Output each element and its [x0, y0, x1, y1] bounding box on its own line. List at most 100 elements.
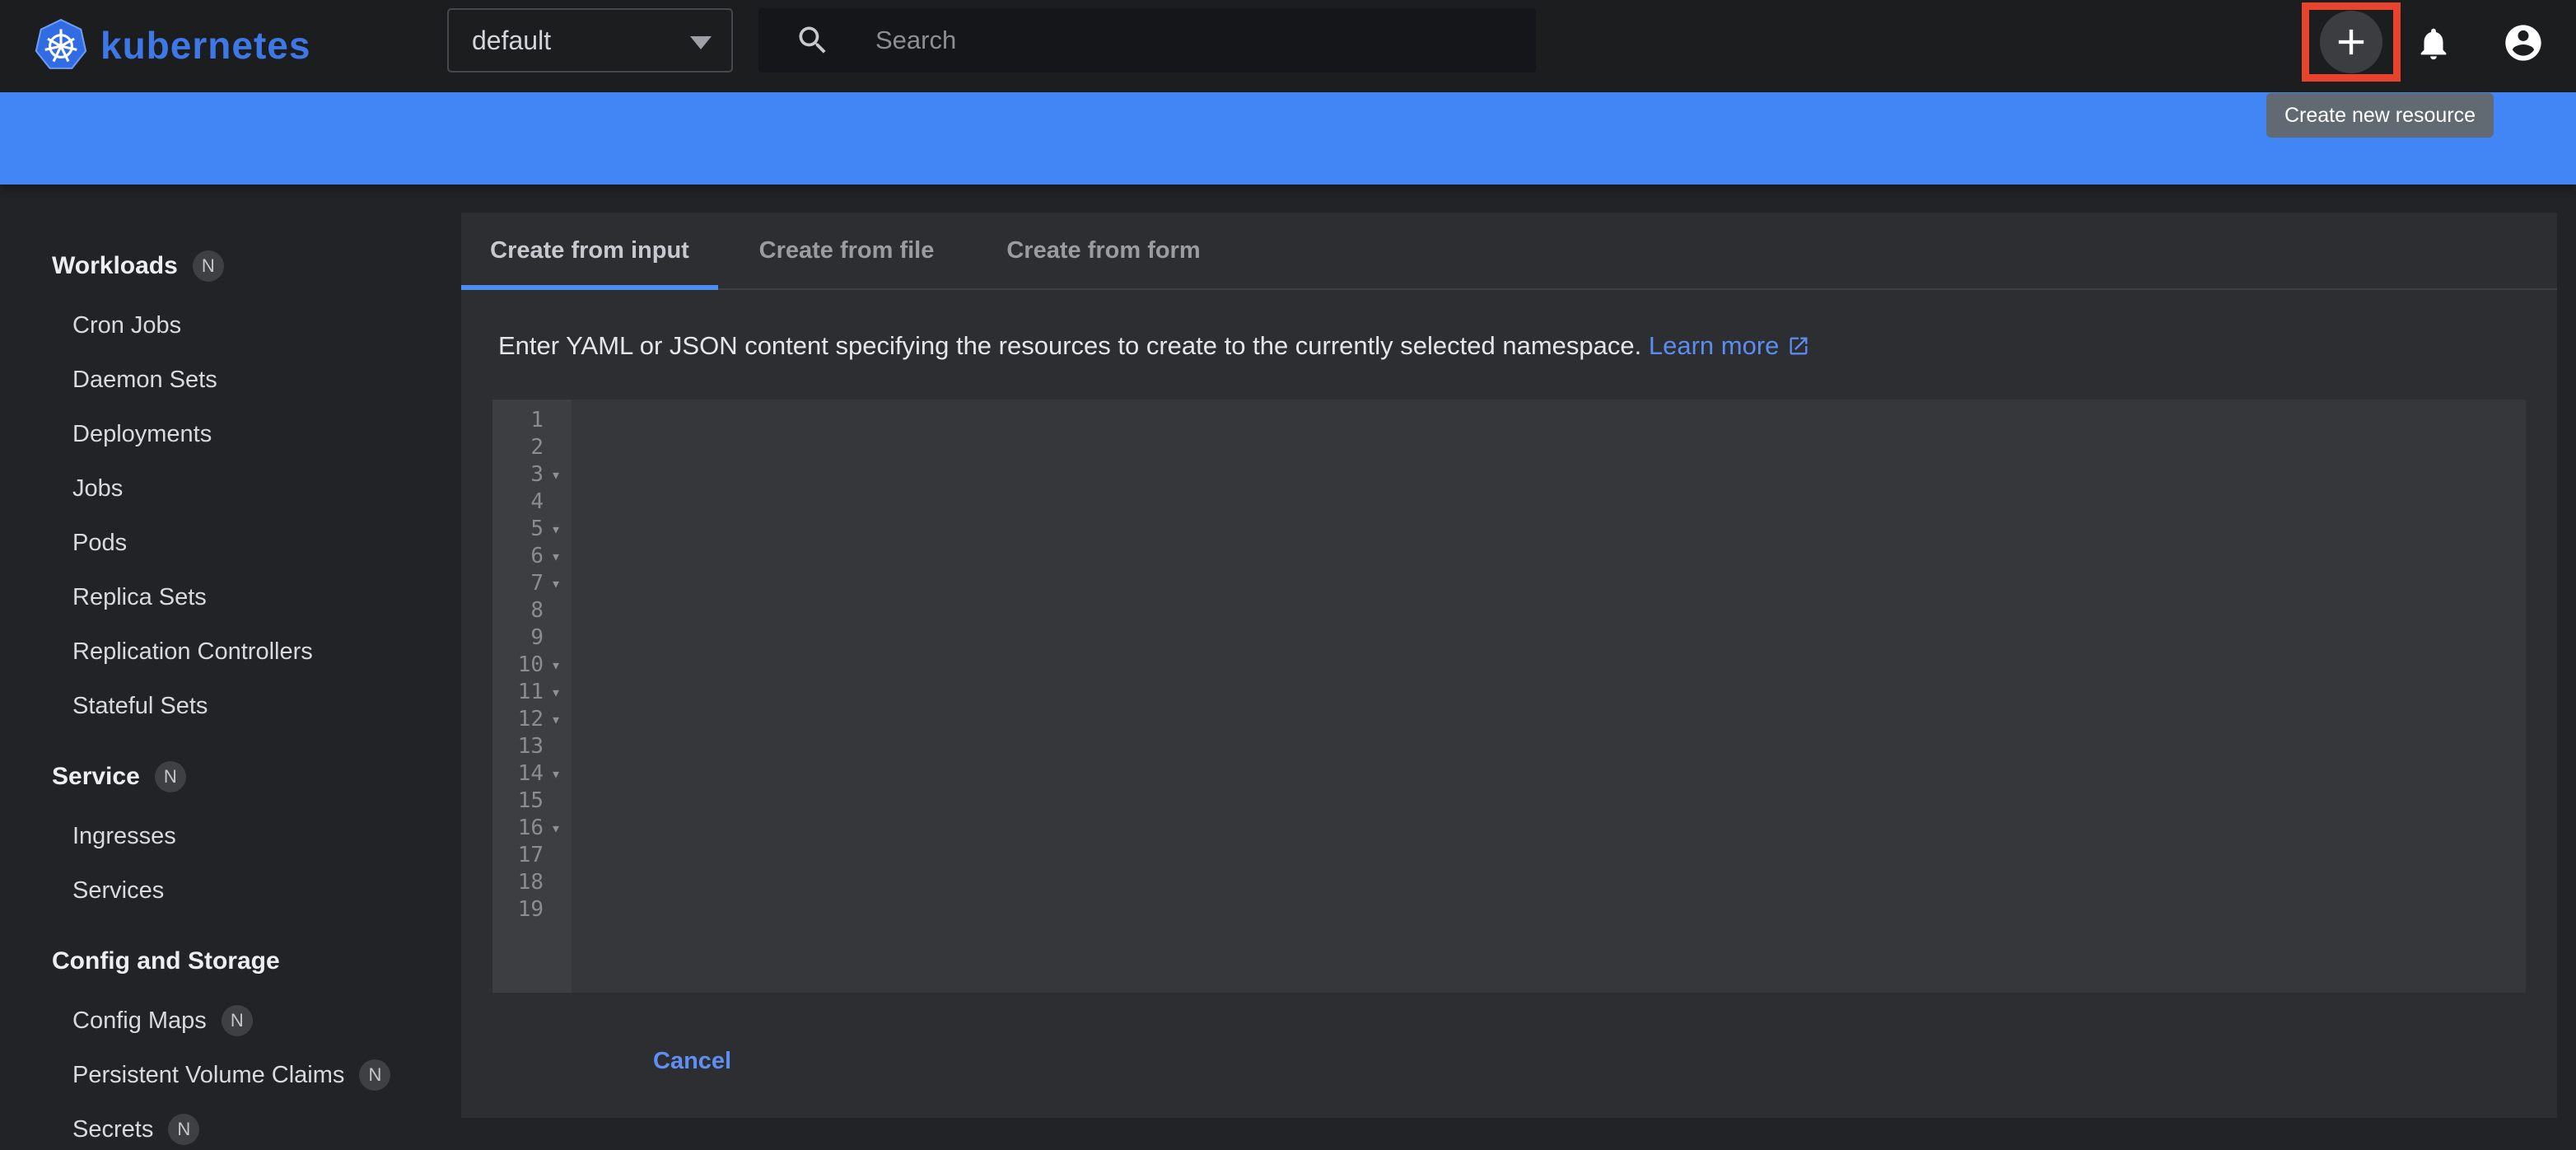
sidebar-item[interactable]: Daemon Sets	[0, 353, 461, 407]
editor-gutter-cell: 16 ▾	[492, 816, 572, 840]
sidebar-item[interactable]: Replica Sets	[0, 570, 461, 624]
tooltip-create-new-resource: Create new resource	[2266, 93, 2494, 138]
tab-create-from-form[interactable]: Create from form	[975, 213, 1232, 288]
kubernetes-logo-icon	[34, 18, 88, 72]
yaml-editor[interactable]: 1 2	[492, 400, 2526, 993]
editor-gutter-cell: 7 ▾	[492, 571, 572, 596]
editor-gutter-cell: 12 ▾	[492, 707, 572, 732]
sidebar-item-label: Deployments	[72, 421, 212, 448]
line-number: 11	[492, 680, 544, 704]
editor-gutter-cell: 4	[492, 489, 572, 514]
editor-gutter-cell: 3 ▾	[492, 462, 572, 487]
create-card: Create from input Create from file Creat…	[461, 213, 2557, 1118]
sidebar-section-title: Config and Storage	[52, 947, 280, 975]
sidebar-section-header: Workloads N	[0, 234, 461, 298]
sidebar-item-label: Daemon Sets	[72, 367, 217, 394]
sidebar-item[interactable]: Ingresses	[0, 809, 461, 863]
editor-line: 11 ▾	[492, 678, 2526, 705]
sidebar-item[interactable]: Secrets N	[0, 1102, 461, 1150]
line-number: 15	[492, 788, 544, 813]
editor-line: 17	[492, 841, 2526, 868]
sidebar-section-title: Service	[52, 763, 140, 791]
line-number: 19	[492, 897, 544, 922]
editor-gutter-cell: 6 ▾	[492, 544, 572, 568]
line-number: 8	[492, 598, 544, 623]
namespace-select[interactable]: default	[447, 8, 733, 72]
editor-gutter-cell: 11 ▾	[492, 680, 572, 704]
sidebar-item[interactable]: Replication Controllers	[0, 624, 461, 679]
fold-arrow-icon[interactable]: ▾	[544, 764, 568, 783]
editor-lines: 1 2	[492, 406, 2526, 923]
brand-title: kubernetes	[100, 23, 310, 68]
sidebar-item-label: Replica Sets	[72, 584, 207, 611]
sidebar-item-label: Replication Controllers	[72, 638, 313, 666]
search-input[interactable]	[875, 26, 1452, 55]
notifications-bell-icon[interactable]	[2415, 25, 2452, 63]
cancel-button[interactable]: Cancel	[653, 1048, 731, 1075]
plus-icon	[2330, 21, 2373, 63]
sidebar-item[interactable]: Config Maps N	[0, 993, 461, 1048]
sidebar-item-label: Pods	[72, 530, 127, 557]
editor-line: 12 ▾	[492, 705, 2526, 732]
sidebar-section-header: Config and Storage	[0, 929, 461, 993]
editor-gutter-cell: 2	[492, 435, 572, 460]
sidebar-item[interactable]: Jobs	[0, 461, 461, 516]
search-box[interactable]	[758, 8, 1536, 72]
code-line	[572, 872, 741, 947]
sidebar-item[interactable]: Persistent Volume Claims N	[0, 1048, 461, 1102]
editor-description: Enter YAML or JSON content specifying th…	[498, 331, 1810, 361]
external-link-icon	[1787, 334, 1810, 358]
account-icon[interactable]	[2502, 21, 2545, 64]
editor-line: 15	[492, 787, 2526, 814]
fold-arrow-icon[interactable]: ▾	[544, 465, 568, 484]
active-tab-underline	[461, 285, 718, 290]
editor-gutter-cell: 19	[492, 897, 572, 922]
namespaced-badge: N	[155, 761, 186, 792]
editor-gutter-cell: 8	[492, 598, 572, 623]
fold-arrow-icon[interactable]: ▾	[544, 682, 568, 702]
fold-arrow-icon[interactable]: ▾	[544, 546, 568, 566]
sidebar-item[interactable]: Stateful Sets	[0, 679, 461, 733]
tab-create-from-input[interactable]: Create from input	[461, 213, 718, 288]
sidebar-item[interactable]: Pods	[0, 516, 461, 570]
editor-gutter-cell: 10 ▾	[492, 652, 572, 677]
line-number: 16	[492, 816, 544, 840]
line-number: 3	[492, 462, 544, 487]
editor-line: 16 ▾	[492, 814, 2526, 841]
chevron-down-icon	[690, 36, 712, 49]
line-number: 7	[492, 571, 544, 596]
editor-gutter-cell: 13	[492, 734, 572, 759]
namespaced-badge: N	[222, 1005, 253, 1036]
editor-line: 13	[492, 732, 2526, 760]
line-number: 17	[492, 843, 544, 867]
editor-line: 7 ▾	[492, 569, 2526, 596]
sidebar-section: Config and Storage Config Maps N Persist…	[0, 929, 461, 1150]
line-number: 14	[492, 761, 544, 786]
sidebar-item-label: Jobs	[72, 475, 123, 503]
fold-arrow-icon[interactable]: ▾	[544, 519, 568, 539]
action-bar	[0, 92, 2576, 185]
line-number: 18	[492, 870, 544, 895]
line-number: 5	[492, 517, 544, 541]
sidebar-section-title: Workloads	[52, 252, 178, 280]
learn-more-link[interactable]: Learn more	[1649, 331, 1811, 360]
fold-arrow-icon[interactable]: ▾	[544, 818, 568, 838]
line-number: 1	[492, 408, 544, 432]
sidebar-item[interactable]: Services	[0, 863, 461, 918]
fold-arrow-icon[interactable]: ▾	[544, 709, 568, 729]
editor-line: 18	[492, 868, 2526, 895]
sidebar-item[interactable]: Deployments	[0, 407, 461, 461]
create-tabs: Create from input Create from file Creat…	[461, 213, 2557, 290]
line-number: 6	[492, 544, 544, 568]
editor-line: 8	[492, 596, 2526, 624]
sidebar-item[interactable]: Cron Jobs	[0, 298, 461, 353]
editor-line: 2	[492, 433, 2526, 460]
fold-arrow-icon[interactable]: ▾	[544, 573, 568, 593]
fold-arrow-icon[interactable]: ▾	[544, 655, 568, 675]
sidebar-item-label: Services	[72, 877, 164, 905]
tab-create-from-file[interactable]: Create from file	[718, 213, 975, 288]
sidebar-section: Service N Ingresses Services	[0, 745, 461, 918]
editor-gutter-cell: 5 ▾	[492, 517, 572, 541]
sidebar-item-label: Stateful Sets	[72, 693, 208, 720]
create-new-resource-button[interactable]	[2320, 11, 2382, 73]
